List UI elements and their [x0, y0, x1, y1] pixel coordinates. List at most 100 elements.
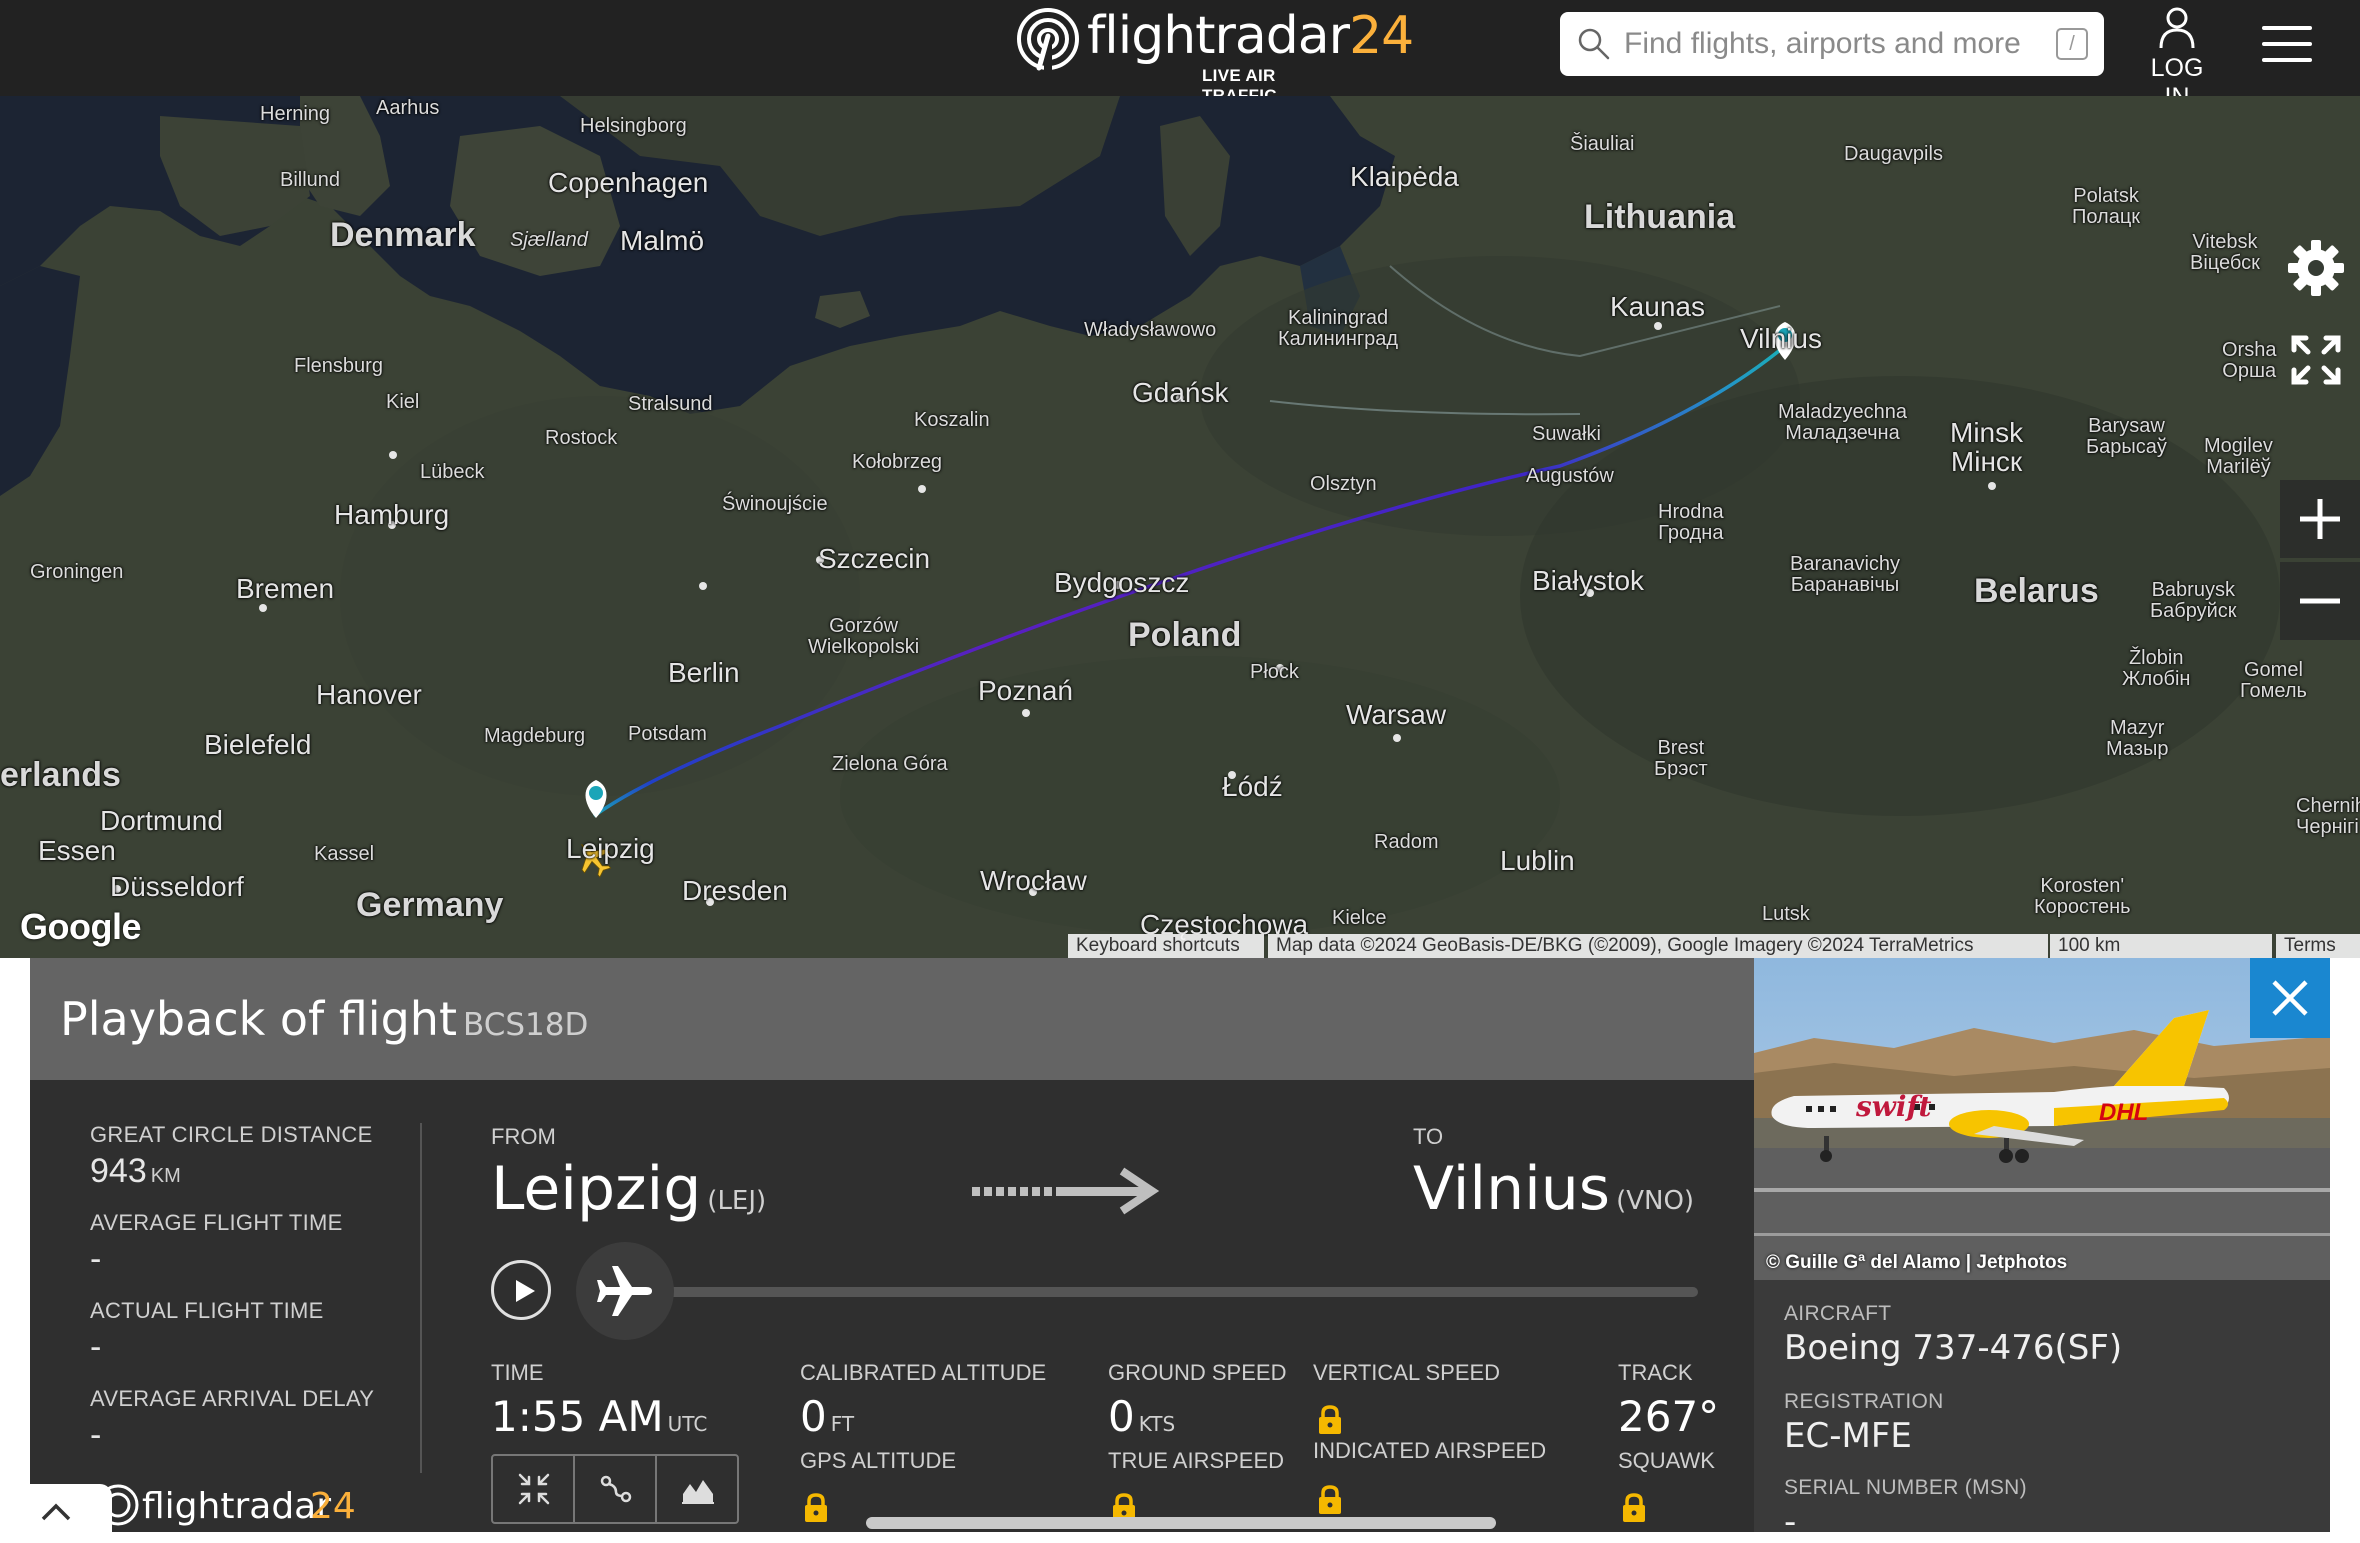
route-view-button[interactable] — [575, 1456, 657, 1522]
zoom-in-button[interactable] — [2280, 480, 2360, 558]
flight-map[interactable]: Herning Aarhus Helsingborg Billund Copen… — [0, 96, 2360, 958]
map-label: Belarus — [1974, 572, 2099, 610]
map-label: Magdeburg — [484, 725, 586, 747]
map-label: Mazyr Мазыр — [2106, 717, 2169, 760]
playback-timeline[interactable] — [658, 1287, 1698, 1297]
search-box[interactable]: / — [1560, 12, 2104, 76]
map-label: Hanover — [316, 679, 422, 710]
map-label: Bydgoszcz — [1054, 567, 1190, 598]
map-label: Koszalin — [914, 409, 990, 431]
map-label: Baranavichy Баранавічы — [1790, 553, 1901, 596]
calibrated-altitude-metric: CALIBRATED ALTITUDE 0 FT — [800, 1360, 1047, 1441]
origin-city[interactable]: Leipzig (LEJ) — [491, 1154, 766, 1224]
logo-wordmark: flightradar24 — [1087, 6, 1414, 66]
map-label: Szczecin — [818, 543, 931, 574]
timeline-slider-handle[interactable] — [576, 1242, 674, 1340]
map-label: Zielona Góra — [832, 753, 948, 775]
map-label: Hrodna Гродна — [1658, 501, 1724, 544]
map-label: Władysławowo — [1084, 319, 1217, 341]
destination-city[interactable]: Vilnius (VNO) — [1413, 1154, 1694, 1224]
horizontal-scrollbar[interactable] — [866, 1517, 1496, 1529]
map-label: Płock — [1250, 661, 1299, 683]
aircraft-registration: REGISTRATION EC-MFE — [1784, 1390, 1944, 1456]
map-label: Essen — [38, 835, 116, 866]
search-icon — [1578, 28, 1610, 60]
play-button[interactable] — [491, 1260, 551, 1320]
search-input[interactable] — [1624, 24, 2024, 64]
map-label: Kiel — [386, 391, 420, 413]
footer-logo-text: flightradar — [142, 1486, 331, 1527]
map-label: Gdańsk — [1132, 377, 1229, 408]
map-label: Klaipėda — [1350, 161, 1459, 192]
photo-credit[interactable]: © Guille Gª del Alamo | Jetphotos — [1766, 1252, 2067, 1274]
gear-icon — [2288, 240, 2344, 296]
panel-divider — [420, 1123, 422, 1473]
collapse-panel-button[interactable] — [0, 1484, 112, 1543]
average-arrival-delay: AVERAGE ARRIVAL DELAY - — [90, 1386, 375, 1454]
chevron-up-icon — [41, 1503, 71, 1521]
map-label: Augustów — [1526, 465, 1614, 487]
to-label: TO — [1413, 1124, 1444, 1149]
map-label: Helsingborg — [580, 115, 687, 137]
actual-flight-time: ACTUAL FLIGHT TIME - — [90, 1298, 324, 1366]
map-settings-button[interactable] — [2284, 236, 2348, 300]
from-label: FROM — [491, 1124, 556, 1149]
terms-link[interactable]: Terms — [2276, 934, 2360, 958]
map-label: Gorzów Wielkopolski — [808, 615, 920, 658]
map-label: Kassel — [314, 843, 375, 865]
map-label: Warsaw — [1346, 699, 1447, 730]
aircraft-photo[interactable]: swift DHL © Guille Gª del Alamo | Jetpho… — [1754, 958, 2330, 1280]
aircraft-info-panel: swift DHL © Guille Gª del Alamo | Jetpho… — [1754, 958, 2330, 1532]
map-label: Herning — [260, 103, 331, 125]
map-label: Vilnius — [1740, 323, 1822, 354]
close-button[interactable] — [2250, 958, 2330, 1038]
gps-altitude-metric: GPS ALTITUDE — [800, 1448, 957, 1473]
squawk-metric: SQUAWK — [1618, 1448, 1715, 1473]
playback-title: Playback of flight BCS18D — [60, 992, 589, 1046]
keyboard-shortcuts-link[interactable]: Keyboard shortcuts — [1068, 934, 1264, 958]
map-label: Dresden — [682, 875, 788, 906]
lock-icon[interactable] — [1317, 1404, 1343, 1436]
map-label: Malmö — [620, 225, 705, 256]
chart-icon — [682, 1480, 714, 1504]
map-label: Sjælland — [510, 229, 588, 251]
view-mode-buttons — [491, 1454, 739, 1524]
map-label: Łódź — [1222, 771, 1283, 802]
map-label: Lublin — [1500, 845, 1575, 876]
map-label: Stralsund — [628, 393, 713, 415]
map-label: Wrocław — [980, 865, 1087, 896]
map-label: Polatsk Полацк — [2072, 185, 2141, 228]
footer-logo-number: 24 — [310, 1486, 356, 1527]
map-scale[interactable]: 100 km — [2050, 934, 2272, 958]
map-data-attribution: Map data ©2024 GeoBasis-DE/BKG (©2009), … — [1268, 934, 2048, 958]
collapse-view-button[interactable] — [493, 1456, 575, 1522]
vertical-speed-metric: VERTICAL SPEED — [1313, 1360, 1501, 1385]
hamburger-menu-icon[interactable] — [2262, 24, 2312, 64]
great-circle-distance: GREAT CIRCLE DISTANCE 943 KM — [90, 1122, 373, 1190]
map-label: Radom — [1374, 831, 1439, 853]
map-label: Hamburg — [334, 499, 450, 530]
map-label: Berlin — [668, 657, 740, 688]
zoom-out-button[interactable] — [2280, 562, 2360, 640]
map-label: Chernih Чернігі — [2296, 795, 2360, 838]
lock-icon[interactable] — [1317, 1484, 1343, 1516]
footer-logo: flightradar 24 — [97, 1484, 356, 1527]
fullscreen-button[interactable] — [2284, 328, 2348, 392]
lock-icon[interactable] — [803, 1492, 829, 1524]
map-label: Bremen — [236, 573, 335, 604]
login-button[interactable]: LOG IN — [2136, 6, 2216, 111]
minus-icon — [2300, 598, 2340, 604]
map-label: Lübeck — [420, 461, 485, 483]
flightradar24-logo[interactable]: flightradar24 LIVE AIR TRAFFIC — [1015, 4, 1414, 105]
google-logo: Google — [20, 906, 142, 947]
lock-icon[interactable] — [1621, 1492, 1647, 1524]
airplane-icon — [597, 1266, 652, 1316]
map-label: Gomel Гомель — [2240, 659, 2307, 702]
map-label: Billund — [280, 169, 341, 191]
compress-icon — [518, 1473, 550, 1505]
graph-view-button[interactable] — [657, 1456, 739, 1522]
time-metric: TIME 1:55 AM UTC — [491, 1360, 708, 1441]
livery-text: swift — [1855, 1090, 1932, 1123]
top-bar: flightradar24 LIVE AIR TRAFFIC / LOG IN — [0, 0, 2360, 111]
map-label: Copenhagen — [548, 167, 709, 198]
